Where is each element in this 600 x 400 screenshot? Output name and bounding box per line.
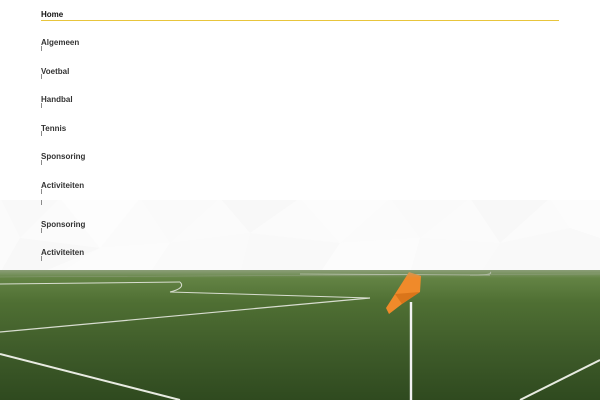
pitch-horizon-haze: [0, 270, 600, 278]
menu-overlay-continuation: Sponsoring Activiteiten: [0, 200, 600, 270]
football-pitch-image: [0, 270, 600, 400]
nav-item-handbal[interactable]: Handbal: [41, 95, 73, 104]
nav-item-sponsoring[interactable]: Sponsoring: [41, 152, 85, 161]
submenu-indicator: [41, 160, 42, 165]
submenu-indicator: [41, 256, 42, 261]
submenu-indicator: [41, 74, 42, 79]
submenu-indicator: [41, 103, 42, 108]
submenu-indicator: [41, 189, 42, 194]
nav-item-activiteiten[interactable]: Activiteiten: [41, 181, 84, 190]
home-active-underline: [41, 20, 559, 21]
nav-item-sponsoring-overlay[interactable]: Sponsoring: [41, 220, 85, 229]
submenu-indicator: [41, 46, 42, 51]
nav-item-voetbal[interactable]: Voetbal: [41, 67, 69, 76]
submenu-indicator: [41, 228, 42, 233]
submenu-indicator: [41, 200, 42, 205]
nav-item-tennis[interactable]: Tennis: [41, 124, 66, 133]
nav-item-algemeen[interactable]: Algemeen: [41, 38, 79, 47]
nav-item-activiteiten-overlay[interactable]: Activiteiten: [41, 248, 84, 257]
nav-item-home[interactable]: Home: [41, 10, 63, 19]
mobile-menu-panel: Home Algemeen Voetbal Handbal Tennis Spo…: [0, 0, 600, 200]
submenu-indicator: [41, 131, 42, 136]
